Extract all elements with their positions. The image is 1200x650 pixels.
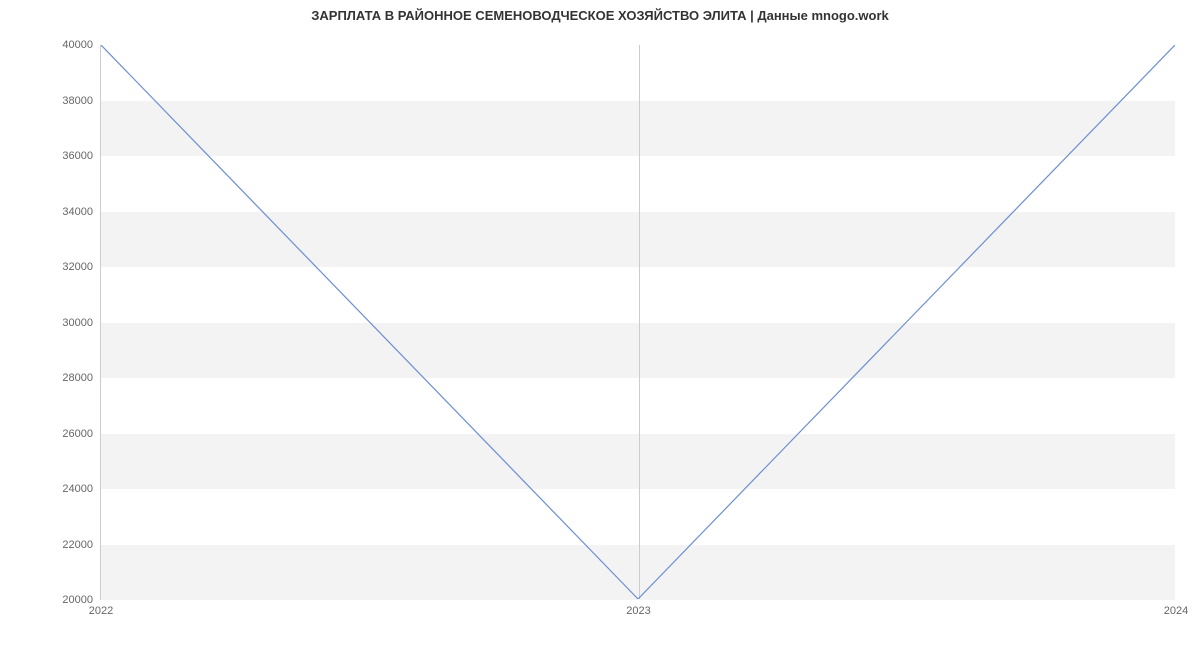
- chart-title: ЗАРПЛАТА В РАЙОННОЕ СЕМЕНОВОДЧЕСКОЕ ХОЗЯ…: [0, 8, 1200, 23]
- x-tick-label: 2023: [626, 605, 650, 617]
- y-tick-label: 30000: [62, 317, 93, 329]
- y-tick-label: 24000: [62, 483, 93, 495]
- y-tick-label: 38000: [62, 95, 93, 107]
- x-tick-label: 2024: [1164, 605, 1188, 617]
- y-tick-label: 32000: [62, 261, 93, 273]
- line-series: [101, 45, 1175, 599]
- chart-container: ЗАРПЛАТА В РАЙОННОЕ СЕМЕНОВОДЧЕСКОЕ ХОЗЯ…: [0, 0, 1200, 650]
- y-tick-label: 36000: [62, 150, 93, 162]
- plot-area: 2000022000240002600028000300003200034000…: [100, 45, 1175, 600]
- y-tick-label: 28000: [62, 372, 93, 384]
- y-tick-label: 22000: [62, 539, 93, 551]
- y-tick-label: 34000: [62, 206, 93, 218]
- y-tick-label: 40000: [62, 39, 93, 51]
- y-tick-label: 26000: [62, 428, 93, 440]
- x-tick-label: 2022: [89, 605, 113, 617]
